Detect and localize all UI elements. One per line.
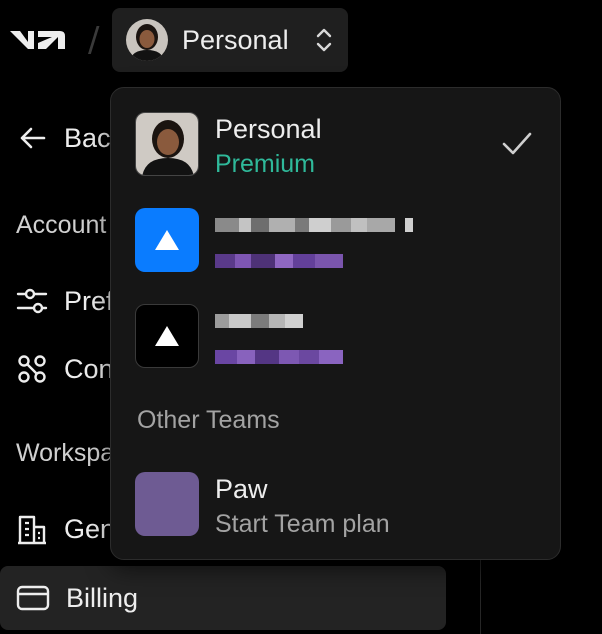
sidebar-item-general[interactable]: Gen (16, 513, 115, 545)
redacted-name (215, 218, 413, 232)
back-link[interactable]: Bac (16, 122, 111, 154)
other-teams-label: Other Teams (137, 406, 280, 434)
chevron-up-down-icon (314, 26, 334, 59)
v0-logo[interactable] (8, 28, 66, 57)
nodes-icon (16, 353, 48, 385)
item-name: Personal (215, 114, 322, 144)
sidebar-item-label: Billing (66, 583, 139, 613)
building-icon (16, 513, 48, 545)
sliders-icon (16, 285, 48, 317)
avatar (126, 19, 168, 61)
sidebar-item-label: Con (64, 353, 114, 384)
redacted-plan (215, 350, 343, 364)
sidebar-item-connections[interactable]: Con (16, 353, 114, 385)
sidebar-item-preferences[interactable]: Pref (16, 285, 114, 317)
sidebar-item-label: Gen (64, 513, 116, 544)
team-avatar (135, 208, 199, 272)
menu-item-team-paw[interactable]: Paw Start Team plan (135, 472, 535, 538)
team-avatar (135, 304, 199, 368)
redacted-plan (215, 254, 343, 268)
avatar (135, 112, 199, 176)
arrow-left-icon (16, 122, 48, 154)
item-name: Paw (215, 474, 268, 504)
breadcrumb-separator: / (88, 20, 100, 60)
menu-item-personal[interactable]: Personal Premium (135, 112, 535, 178)
check-icon (501, 130, 533, 163)
scope-dropdown-menu: Personal Premium Other Teams Paw Start T (110, 87, 561, 560)
account-heading: Account (16, 211, 107, 239)
back-label: Bac (64, 122, 111, 153)
menu-item-team[interactable] (135, 208, 535, 274)
start-team-plan-link[interactable]: Start Team plan (215, 510, 390, 539)
scope-label: Personal (182, 25, 289, 55)
sidebar-item-label: Pref (64, 285, 114, 316)
workspace-heading: Workspa (16, 439, 115, 467)
top-bar: / Personal (0, 0, 602, 80)
sidebar-item-billing[interactable]: Billing (0, 566, 446, 630)
credit-card-icon (16, 582, 50, 614)
menu-item-team[interactable] (135, 304, 535, 370)
team-avatar (135, 472, 199, 536)
plan-badge: Premium (215, 150, 316, 178)
scope-switcher-button[interactable]: Personal (112, 8, 348, 72)
redacted-name (215, 314, 303, 328)
